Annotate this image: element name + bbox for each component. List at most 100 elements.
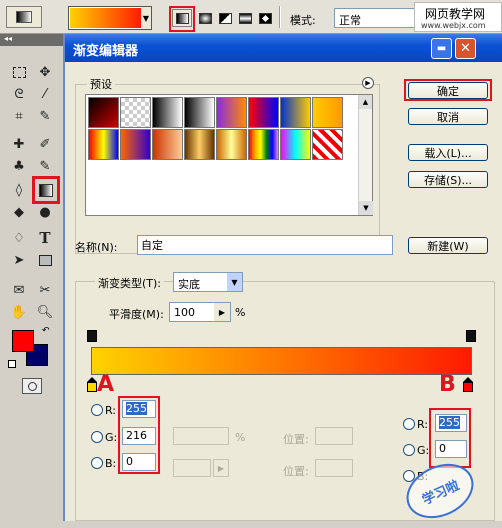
g-radio-right[interactable] <box>403 444 415 456</box>
dodge-tool-icon[interactable]: ● <box>34 202 56 222</box>
preset-swatch[interactable] <box>184 97 215 128</box>
angle-gradient-button[interactable] <box>216 9 234 27</box>
close-icon: ✕ <box>460 41 471 56</box>
watermark-url: www.webjx.com <box>421 21 486 30</box>
toolbox: ◂◂ ✥ ᘓ ⁄ ⌗ ✎ ✚ ✐ ♣ ✎ ◊ ◆ ● ♢ T ➤ ✉ ✂ ✋ 🔍… <box>0 34 64 521</box>
foreground-color-swatch[interactable] <box>12 330 34 352</box>
path-select-icon[interactable]: ➤ <box>8 250 30 270</box>
pen-tool-icon[interactable]: ♢ <box>8 228 30 248</box>
opacity-stop-left[interactable] <box>87 330 97 342</box>
type-tool-icon[interactable]: T <box>34 228 56 248</box>
lasso-tool-icon[interactable]: ᘓ <box>8 84 30 104</box>
gradient-bar[interactable] <box>91 347 472 375</box>
g-field-left[interactable]: 216 <box>122 427 156 445</box>
chevron-down-icon[interactable]: ▼ <box>141 7 151 29</box>
gradient-tool-icon <box>16 11 32 23</box>
preset-swatch[interactable] <box>248 129 279 160</box>
zoom-tool-icon[interactable]: 🔍︎ <box>34 302 56 322</box>
hand-tool-icon[interactable]: ✋ <box>8 302 30 322</box>
title-bar[interactable]: 渐变编辑器 ▬ ✕ <box>65 34 502 62</box>
watermark-title: 网页教学网 <box>425 7 486 21</box>
linear-gradient-button[interactable] <box>172 9 192 27</box>
swap-colors-icon[interactable]: ↶ <box>42 326 50 336</box>
r-field-right[interactable]: 255 <box>435 414 467 432</box>
preset-swatch[interactable] <box>88 97 119 128</box>
linear-gradient-icon <box>175 12 189 24</box>
tool-preset-picker[interactable] <box>6 6 42 28</box>
mode-select[interactable]: 正常 <box>334 8 424 28</box>
crop-tool-icon[interactable]: ⌗ <box>8 106 30 126</box>
chevron-down-icon[interactable]: ▼ <box>227 273 242 291</box>
new-button[interactable]: 新建(W) <box>408 237 488 254</box>
r-radio-left[interactable] <box>91 404 103 416</box>
preset-swatch[interactable] <box>120 97 151 128</box>
marquee-tool-icon[interactable] <box>8 62 30 82</box>
save-button-label: 存储(S)... <box>423 173 473 187</box>
minimize-button[interactable]: ▬ <box>431 38 452 59</box>
presets-menu-icon[interactable]: ▶ <box>362 77 374 89</box>
stamp-tool-icon[interactable]: ♣ <box>8 156 30 176</box>
scroll-down-icon[interactable]: ▼ <box>359 201 373 215</box>
load-button[interactable]: 载入(L)... <box>408 144 488 161</box>
eyedropper-icon[interactable]: ✎ <box>34 106 56 126</box>
minimize-icon: ▬ <box>436 43 447 54</box>
preset-swatch[interactable] <box>152 97 183 128</box>
gradient-preview[interactable] <box>70 8 142 28</box>
magic-wand-icon[interactable]: ⁄ <box>34 84 56 104</box>
smoothness-arrow-icon[interactable]: ▶ <box>214 303 230 321</box>
history-brush-icon[interactable]: ✎ <box>34 156 56 176</box>
preset-swatch[interactable] <box>280 129 311 160</box>
move-tool-icon[interactable]: ✥ <box>34 62 56 82</box>
preset-swatch[interactable] <box>216 97 247 128</box>
b-field-left[interactable]: 0 <box>122 453 156 471</box>
save-button[interactable]: 存储(S)... <box>408 171 488 188</box>
shape-tool-icon[interactable] <box>34 250 56 270</box>
reflected-gradient-button[interactable] <box>236 9 254 27</box>
quick-mask-icon[interactable] <box>22 378 42 394</box>
color-stop-right[interactable] <box>463 377 473 393</box>
g-radio-left[interactable] <box>91 431 103 443</box>
cancel-button[interactable]: 取消 <box>408 108 488 125</box>
gradient-type-select[interactable]: 实底 ▼ <box>173 272 243 292</box>
gradient-tool-icon[interactable] <box>35 180 57 200</box>
g-label-left: G: <box>105 431 118 444</box>
eraser-tool-icon[interactable]: ◊ <box>8 180 30 200</box>
r-label-left: R: <box>105 404 117 417</box>
preset-swatch[interactable] <box>216 129 247 160</box>
preset-swatch[interactable] <box>280 97 311 128</box>
ok-button[interactable]: 确定 <box>408 82 488 99</box>
preset-swatch[interactable] <box>248 97 279 128</box>
preset-swatch[interactable] <box>184 129 215 160</box>
preset-swatch[interactable] <box>312 129 343 160</box>
b-radio-left[interactable] <box>91 457 103 469</box>
healing-brush-icon[interactable]: ✚ <box>8 134 30 154</box>
mode-select-value: 正常 <box>339 14 361 27</box>
angle-gradient-icon <box>218 12 232 24</box>
g-field-right[interactable]: 0 <box>435 440 467 458</box>
r-field-left[interactable]: 255 <box>122 400 156 418</box>
scroll-up-icon[interactable]: ▲ <box>359 95 372 109</box>
r-value-right: 255 <box>439 416 460 429</box>
r-radio-right[interactable] <box>403 418 415 430</box>
toolbox-header[interactable]: ◂◂ <box>0 34 63 46</box>
brush-tool-icon[interactable]: ✐ <box>34 134 56 154</box>
close-button[interactable]: ✕ <box>455 38 476 59</box>
name-field[interactable]: 自定 <box>137 235 393 255</box>
blur-tool-icon[interactable]: ◆ <box>8 202 30 222</box>
presets-scrollbar[interactable]: ▲ ▼ <box>358 95 373 215</box>
default-colors-icon[interactable] <box>8 360 16 368</box>
preset-swatch[interactable] <box>152 129 183 160</box>
diamond-gradient-button[interactable] <box>256 9 274 27</box>
opacity-stop-right[interactable] <box>466 330 476 342</box>
preset-swatch[interactable] <box>312 97 343 128</box>
preset-swatch[interactable] <box>88 129 119 160</box>
presets-grid: ▲ ▼ <box>85 94 373 216</box>
notes-tool-icon[interactable]: ✉ <box>8 280 30 300</box>
collapse-icon[interactable]: ◂◂ <box>4 34 12 43</box>
smoothness-field[interactable]: 100 ▶ <box>169 302 231 322</box>
color-stop-left[interactable] <box>87 377 97 393</box>
measure-tool-icon[interactable]: ✂ <box>34 280 56 300</box>
radial-gradient-button[interactable] <box>196 9 214 27</box>
gradient-preview-picker[interactable]: ▼ <box>68 6 152 30</box>
preset-swatch[interactable] <box>120 129 151 160</box>
